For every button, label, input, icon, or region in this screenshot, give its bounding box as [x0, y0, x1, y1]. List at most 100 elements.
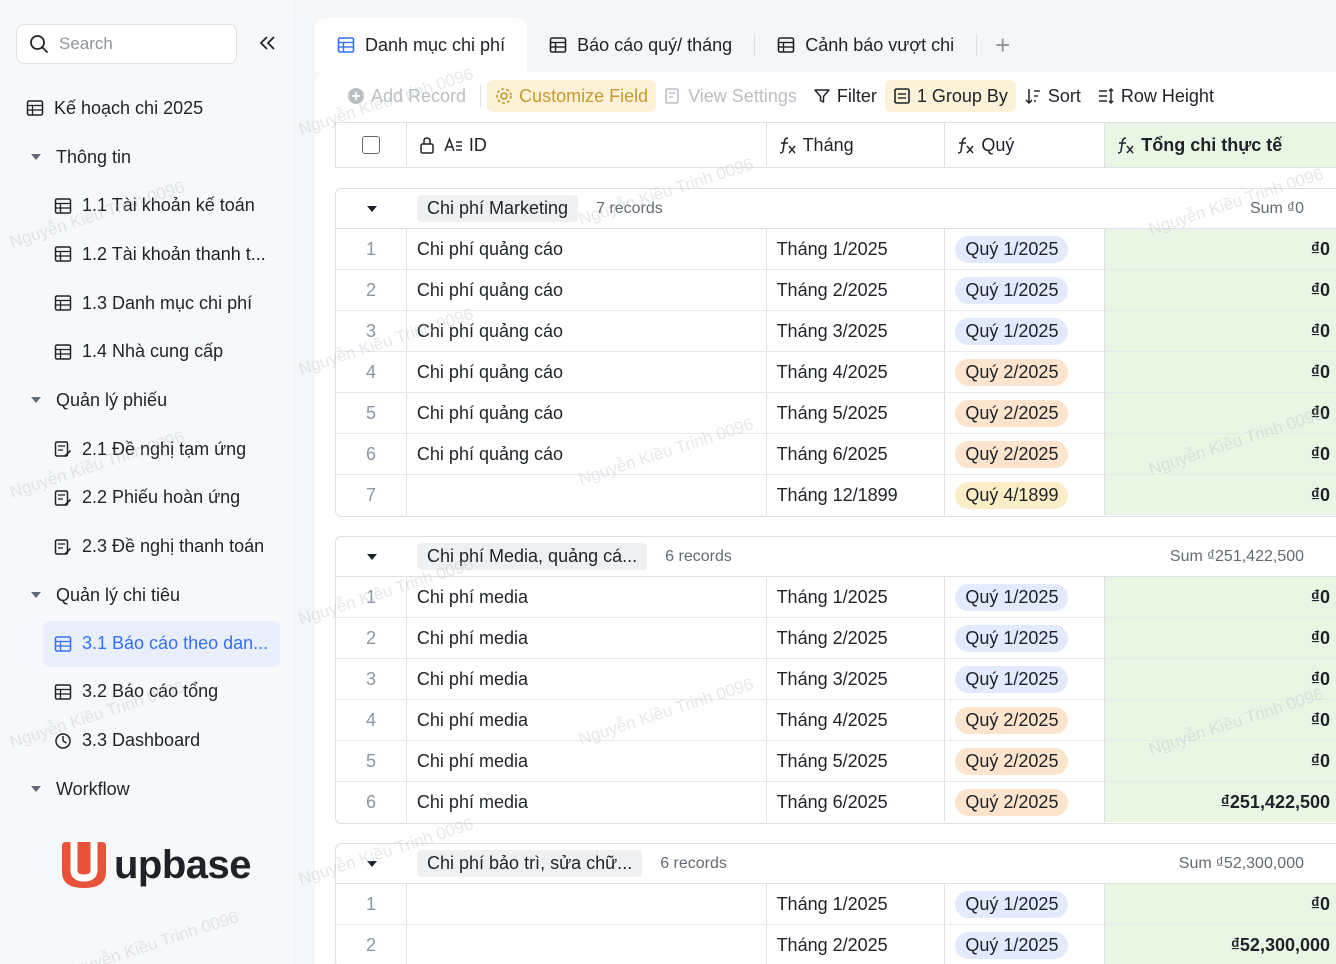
row-height-button[interactable]: Row Height	[1089, 80, 1222, 112]
column-header-thang[interactable]: Tháng	[767, 123, 946, 167]
table-row[interactable]: 5 Chi phí media Tháng 5/2025 Quý 2/2025 ₫0	[336, 741, 1336, 782]
table-row[interactable]: 5 Chi phí quảng cáo Tháng 5/2025 Quý 2/2025…	[336, 393, 1336, 434]
cell-quy[interactable]: Quý 1/2025	[945, 270, 1106, 310]
group-header[interactable]: Chi phí bảo trì, sửa chữ... 6 records Sum ₫…	[336, 844, 1336, 884]
cell-quy[interactable]: Quý 1/2025	[945, 311, 1106, 351]
table-row[interactable]: 2 Chi phí quảng cáo Tháng 2/2025 Quý 1/2025…	[336, 270, 1336, 311]
cell-thang[interactable]: Tháng 1/2025	[767, 884, 946, 924]
cell-thang[interactable]: Tháng 12/1899	[767, 475, 946, 515]
filter-button[interactable]: Filter	[805, 80, 885, 112]
cell-thang[interactable]: Tháng 6/2025	[767, 434, 946, 474]
group-header[interactable]: Chi phí Marketing 7 records Sum ₫0	[336, 189, 1336, 229]
table-row[interactable]: 1 Tháng 1/2025 Quý 1/2025 ₫0	[336, 884, 1336, 925]
cell-quy[interactable]: Quý 1/2025	[945, 229, 1106, 269]
group-by-button[interactable]: 1 Group By	[884, 80, 1016, 112]
cell-id[interactable]: Chi phí quảng cáo	[407, 352, 767, 392]
cell-tong-chi-thuc-te[interactable]: ₫251,422,500	[1105, 782, 1336, 822]
collapse-sidebar-button[interactable]	[256, 32, 278, 54]
cell-id[interactable]: Chi phí quảng cáo	[407, 434, 767, 474]
cell-quy[interactable]: Quý 1/2025	[945, 577, 1106, 617]
customize-field-button[interactable]: Customize Field	[487, 80, 657, 112]
cell-quy[interactable]: Quý 1/2025	[945, 925, 1106, 964]
cell-quy[interactable]: Quý 1/2025	[945, 618, 1106, 658]
cell-id[interactable]: Chi phí media	[407, 618, 767, 658]
sidebar-item-4[interactable]: 1.3 Danh mục chi phí	[16, 279, 284, 328]
cell-quy[interactable]: Quý 4/1899	[945, 475, 1106, 515]
add-view-button[interactable]: +	[977, 30, 1028, 61]
cell-id[interactable]	[407, 475, 767, 515]
sidebar-item-7[interactable]: 2.1 Đề nghị tạm ứng	[16, 425, 284, 474]
cell-thang[interactable]: Tháng 1/2025	[767, 229, 946, 269]
sidebar-item-11[interactable]: 3.1 Báo cáo theo dan...	[43, 620, 280, 667]
cell-id[interactable]: Chi phí media	[407, 577, 767, 617]
cell-tong-chi-thuc-te[interactable]: ₫0	[1105, 229, 1336, 269]
cell-tong-chi-thuc-te[interactable]: ₫0	[1105, 434, 1336, 474]
cell-id[interactable]	[407, 884, 767, 924]
cell-thang[interactable]: Tháng 3/2025	[767, 311, 946, 351]
cell-id[interactable]: Chi phí media	[407, 782, 767, 822]
sidebar-item-1[interactable]: Thông tin	[16, 133, 284, 182]
table-row[interactable]: 6 Chi phí media Tháng 6/2025 Quý 2/2025 ₫251…	[336, 782, 1336, 823]
cell-id[interactable]: Chi phí quảng cáo	[407, 311, 767, 351]
cell-id[interactable]	[407, 925, 767, 964]
cell-id[interactable]: Chi phí media	[407, 659, 767, 699]
cell-tong-chi-thuc-te[interactable]: ₫0	[1105, 700, 1336, 740]
cell-thang[interactable]: Tháng 4/2025	[767, 700, 946, 740]
cell-tong-chi-thuc-te[interactable]: ₫0	[1105, 352, 1336, 392]
cell-tong-chi-thuc-te[interactable]: ₫0	[1105, 618, 1336, 658]
cell-thang[interactable]: Tháng 2/2025	[767, 270, 946, 310]
tab-bao-cao-quy-thang[interactable]: Báo cáo quý/ tháng	[527, 18, 754, 72]
add-record-button[interactable]: Add Record	[339, 80, 474, 112]
cell-tong-chi-thuc-te[interactable]: ₫0	[1105, 311, 1336, 351]
table-row[interactable]: 4 Chi phí media Tháng 4/2025 Quý 2/2025 ₫0	[336, 700, 1336, 741]
cell-tong-chi-thuc-te[interactable]: ₫0	[1105, 577, 1336, 617]
column-header-tong-chi-thuc-te[interactable]: Tổng chi thực tế	[1105, 123, 1336, 167]
tab-canh-bao-vuot-chi[interactable]: Cảnh báo vượt chi	[755, 18, 976, 72]
cell-thang[interactable]: Tháng 2/2025	[767, 925, 946, 964]
search-input[interactable]: Search	[16, 24, 237, 64]
table-row[interactable]: 2 Tháng 2/2025 Quý 1/2025 ₫52,300,000	[336, 925, 1336, 964]
sidebar-item-10[interactable]: Quản lý chi tiêu	[16, 571, 284, 620]
group-collapse-toggle[interactable]	[336, 551, 407, 563]
table-row[interactable]: 1 Chi phí quảng cáo Tháng 1/2025 Quý 1/2025…	[336, 229, 1336, 270]
sidebar-item-2[interactable]: 1.1 Tài khoản kế toán	[16, 181, 284, 230]
cell-thang[interactable]: Tháng 5/2025	[767, 741, 946, 781]
cell-quy[interactable]: Quý 2/2025	[945, 741, 1106, 781]
cell-id[interactable]: Chi phí quảng cáo	[407, 393, 767, 433]
cell-id[interactable]: Chi phí quảng cáo	[407, 270, 767, 310]
column-header-quy[interactable]: Quý	[945, 123, 1106, 167]
sidebar-item-0[interactable]: Kế hoạch chi 2025	[16, 84, 284, 133]
tab-danh-muc-chi-phi[interactable]: Danh mục chi phí	[315, 18, 528, 72]
cell-thang[interactable]: Tháng 6/2025	[767, 782, 946, 822]
cell-quy[interactable]: Quý 2/2025	[945, 700, 1106, 740]
table-row[interactable]: 3 Chi phí quảng cáo Tháng 3/2025 Quý 1/2025…	[336, 311, 1336, 352]
sidebar-item-6[interactable]: Quản lý phiếu	[16, 376, 284, 425]
cell-quy[interactable]: Quý 2/2025	[945, 393, 1106, 433]
group-collapse-toggle[interactable]	[336, 203, 407, 215]
cell-id[interactable]: Chi phí media	[407, 741, 767, 781]
group-header[interactable]: Chi phí Media, quảng cá... 6 records Sum ₫2…	[336, 537, 1336, 577]
group-collapse-toggle[interactable]	[336, 858, 407, 870]
cell-quy[interactable]: Quý 2/2025	[945, 782, 1106, 822]
cell-tong-chi-thuc-te[interactable]: ₫52,300,000	[1105, 925, 1336, 964]
cell-thang[interactable]: Tháng 2/2025	[767, 618, 946, 658]
cell-quy[interactable]: Quý 2/2025	[945, 352, 1106, 392]
sidebar-item-8[interactable]: 2.2 Phiếu hoàn ứng	[16, 474, 284, 523]
table-row[interactable]: 1 Chi phí media Tháng 1/2025 Quý 1/2025 ₫0	[336, 577, 1336, 618]
sidebar-item-14[interactable]: Workflow	[16, 765, 284, 814]
view-settings-button[interactable]: View Settings	[656, 80, 805, 112]
cell-tong-chi-thuc-te[interactable]: ₫0	[1105, 659, 1336, 699]
column-header-id[interactable]: ID	[407, 123, 767, 167]
cell-thang[interactable]: Tháng 4/2025	[767, 352, 946, 392]
cell-thang[interactable]: Tháng 1/2025	[767, 577, 946, 617]
cell-quy[interactable]: Quý 1/2025	[945, 884, 1106, 924]
table-row[interactable]: 2 Chi phí media Tháng 2/2025 Quý 1/2025 ₫0	[336, 618, 1336, 659]
cell-tong-chi-thuc-te[interactable]: ₫0	[1105, 475, 1336, 515]
table-row[interactable]: 6 Chi phí quảng cáo Tháng 6/2025 Quý 2/2025…	[336, 434, 1336, 475]
sort-button[interactable]: Sort	[1016, 80, 1089, 112]
sidebar-item-5[interactable]: 1.4 Nhà cung cấp	[16, 327, 284, 376]
cell-thang[interactable]: Tháng 3/2025	[767, 659, 946, 699]
cell-quy[interactable]: Quý 2/2025	[945, 434, 1106, 474]
select-all-checkbox[interactable]	[336, 123, 407, 167]
cell-tong-chi-thuc-te[interactable]: ₫0	[1105, 884, 1336, 924]
